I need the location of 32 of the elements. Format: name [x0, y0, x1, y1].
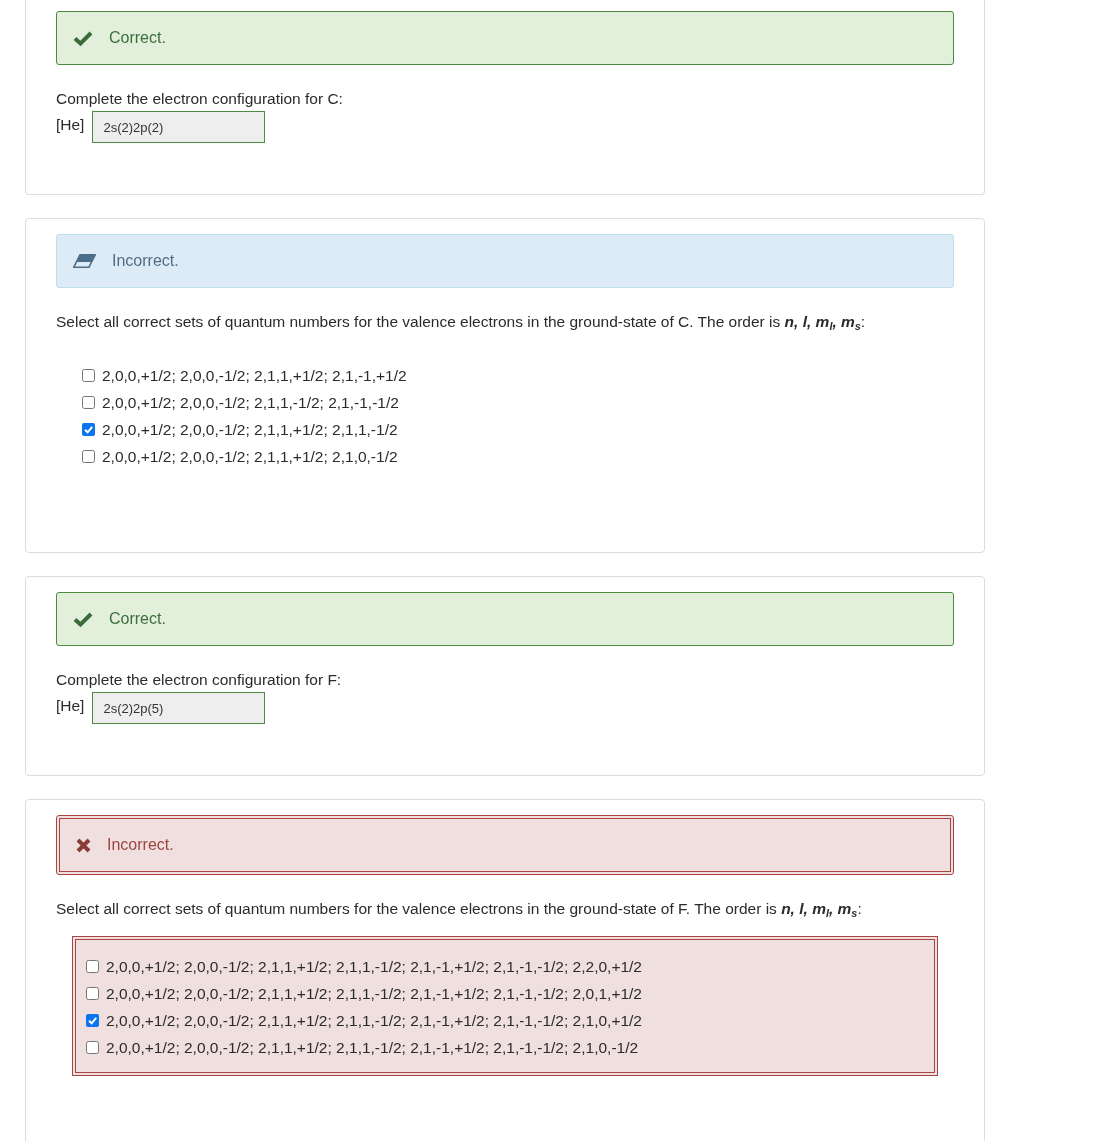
check-icon — [73, 30, 93, 46]
prefix-label: [He] — [56, 696, 85, 716]
cross-icon — [76, 837, 91, 853]
option-label[interactable]: 2,0,0,+1/2; 2,0,0,-1/2; 2,1,1,+1/2; 2,1,-1,+1/2 — [102, 366, 407, 385]
option-label[interactable]: 2,0,0,+1/2; 2,0,0,-1/2; 2,1,1,+1/2; 2,1,1,-1/2; 2,1,-1,+1/2; 2,1,-1,-1/2; 2,1,0,-1/2 — [106, 1038, 639, 1057]
option-label[interactable]: 2,0,0,+1/2; 2,0,0,-1/2; 2,1,1,+1/2; 2,1,1,-1/2 — [102, 420, 398, 439]
check-icon — [73, 611, 93, 627]
question-prompt: Select all correct sets of quantum numbers for the valence electrons in the ground-state of F. The order is n, l, m$_{l}$, m$_{s}$: — [56, 899, 863, 920]
checkbox[interactable] — [86, 987, 99, 1000]
prefix-label: [He] — [56, 115, 85, 135]
option-label[interactable]: 2,0,0,+1/2; 2,0,0,-1/2; 2,1,1,+1/2; 2,1,1,-1/2; 2,1,-1,+1/2; 2,1,-1,-1/2; 2,1,0,+1/2 — [106, 1011, 642, 1030]
option-label[interactable]: 2,0,0,+1/2; 2,0,0,-1/2; 2,1,1,+1/2; 2,1,1,-1/2; 2,1,-1,+1/2; 2,1,-1,-1/2; 2,2,0,+1/2 — [106, 957, 642, 976]
option-label[interactable]: 2,0,0,+1/2; 2,0,0,-1/2; 2,1,1,+1/2; 2,1,1,-1/2; 2,1,-1,+1/2; 2,1,-1,-1/2; 2,0,1,+1/2 — [106, 984, 642, 1003]
feedback-text: Incorrect. — [112, 251, 179, 271]
feedback-text: Correct. — [109, 28, 166, 48]
checkbox[interactable] — [82, 396, 95, 409]
eraser-icon — [73, 254, 96, 268]
checkbox[interactable] — [86, 1041, 99, 1054]
checkbox[interactable] — [82, 423, 95, 436]
feedback-text: Incorrect. — [107, 835, 174, 855]
checkbox[interactable] — [86, 1014, 99, 1027]
option-label[interactable]: 2,0,0,+1/2; 2,0,0,-1/2; 2,1,1,+1/2; 2,1,0,-1/2 — [102, 447, 398, 466]
question-prompt: Select all correct sets of quantum numbers for the valence electrons in the ground-state of C. The order is n, l, m$_{l}$, m$_{s}$: — [56, 312, 867, 333]
option-label[interactable]: 2,0,0,+1/2; 2,0,0,-1/2; 2,1,1,-1/2; 2,1,-1,-1/2 — [102, 393, 399, 412]
answer-field[interactable]: 2s(2)2p(2) — [92, 111, 266, 143]
checkbox[interactable] — [82, 450, 95, 463]
answer-field[interactable]: 2s(2)2p(5) — [92, 692, 266, 724]
checkbox[interactable] — [82, 369, 95, 382]
feedback-text: Correct. — [109, 609, 166, 629]
question-prompt: Complete the electron configuration for C: — [56, 89, 344, 109]
question-prompt: Complete the electron configuration for F: — [56, 670, 343, 690]
checkbox[interactable] — [86, 960, 99, 973]
